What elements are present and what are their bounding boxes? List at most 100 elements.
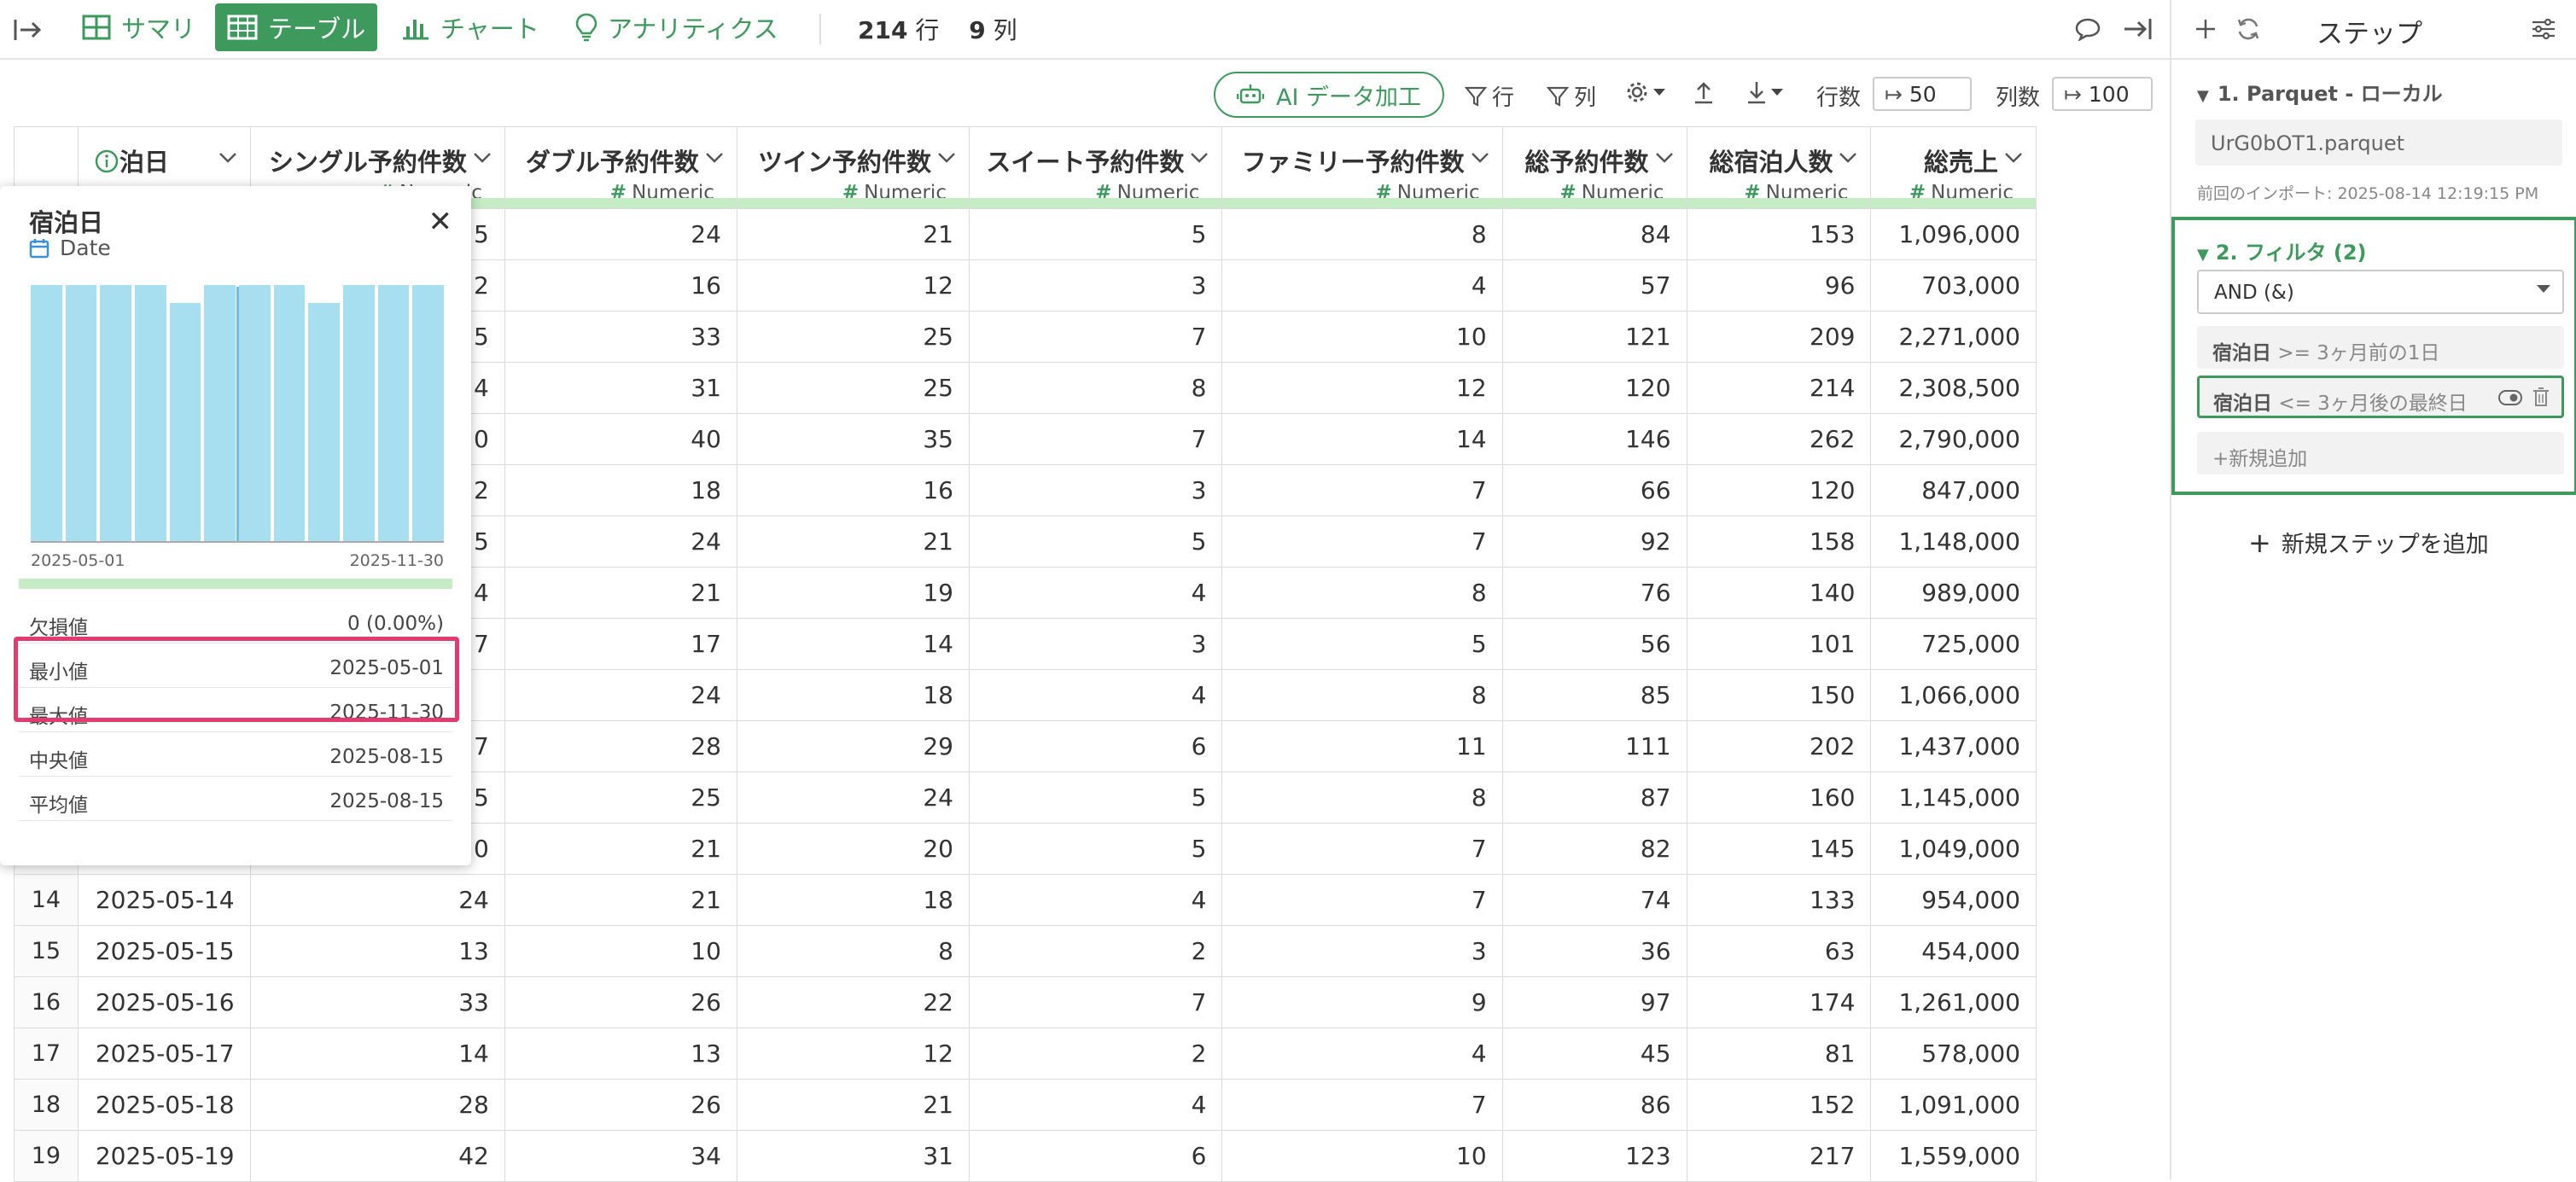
- table-cell: 12: [1221, 362, 1503, 414]
- table-cell-date: 2025-05-18: [77, 1079, 251, 1131]
- table-cell: 10: [1221, 1130, 1503, 1182]
- quality-bar: [1502, 198, 1687, 208]
- chevron-down-icon[interactable]: [1838, 151, 1858, 165]
- table-cell: 4: [968, 874, 1223, 926]
- chevron-down-icon[interactable]: [704, 151, 725, 165]
- tab-analytics[interactable]: アナリティクス: [563, 3, 790, 51]
- median-line: [236, 287, 239, 541]
- table-cell: 26: [504, 1079, 737, 1131]
- column-name: ダブル予約件数: [525, 148, 699, 177]
- row-filter-button[interactable]: 行: [1465, 80, 1514, 112]
- column-name: 総売上: [1923, 148, 1998, 177]
- upload-icon[interactable]: [1693, 80, 1714, 104]
- table-cell: 19: [736, 567, 970, 619]
- rows-unit: 行: [915, 16, 940, 44]
- column-header[interactable]: 総宿泊人数 # Numeric: [1686, 126, 1872, 209]
- table-cell-date: 2025-05-19: [77, 1130, 251, 1182]
- table-cell: 145: [1686, 823, 1872, 875]
- tab-table[interactable]: テーブル: [215, 3, 378, 51]
- quality-bar: [1687, 198, 1871, 208]
- table-cell: 1,437,000: [1870, 720, 2037, 772]
- column-header[interactable]: ファミリー予約件数 # Numeric: [1221, 126, 1503, 209]
- col-filter-button[interactable]: 列: [1547, 80, 1596, 112]
- table-cell: 7: [1221, 823, 1503, 875]
- table-cell: 24: [736, 772, 970, 824]
- table-cell: 22: [736, 976, 970, 1028]
- quality-bar: [737, 198, 969, 208]
- table-cell: 214: [1686, 362, 1872, 414]
- download-icon: [1748, 82, 1765, 104]
- table-cell: 13: [249, 925, 505, 977]
- table-cell: 16: [504, 259, 737, 312]
- histogram: [31, 285, 444, 543]
- caret-down-icon: [2537, 285, 2550, 293]
- step1-header[interactable]: ▼ 1. Parquet - ローカル: [2197, 77, 2443, 107]
- quality-bar: [19, 579, 452, 589]
- ai-data-processing-button[interactable]: AI データ加工: [1214, 72, 1444, 118]
- table-cell: 12: [736, 259, 970, 312]
- close-icon[interactable]: ✕: [428, 205, 453, 239]
- column-header[interactable]: スイート予約件数 # Numeric: [968, 126, 1223, 209]
- rows-limit-input[interactable]: ↦ 50: [1873, 77, 1972, 111]
- table-cell: 82: [1501, 823, 1687, 875]
- settings-dropdown[interactable]: [1625, 80, 1666, 104]
- add-condition-button[interactable]: +新規追加: [2197, 432, 2564, 475]
- download-dropdown[interactable]: [1746, 80, 1784, 104]
- add-step-button[interactable]: + 新規ステップを追加: [2248, 526, 2489, 559]
- refresh-icon[interactable]: [2231, 12, 2265, 46]
- tab-summary[interactable]: サマリ: [70, 3, 207, 51]
- toggle-icon[interactable]: [2498, 390, 2522, 405]
- filter-icon: [1547, 86, 1569, 107]
- plus-icon: +: [2212, 448, 2229, 470]
- filter-condition-1[interactable]: 宿泊日 >= 3ヶ月前の1日: [2197, 326, 2564, 369]
- column-header[interactable]: ダブル予約件数 # Numeric: [504, 126, 737, 209]
- table-cell: 120: [1686, 464, 1872, 516]
- collapse-right-icon[interactable]: [2120, 12, 2154, 46]
- cols-limit-input[interactable]: ↦ 100: [2052, 77, 2153, 111]
- trash-icon[interactable]: [2532, 387, 2550, 407]
- step1-file[interactable]: UrG0bOT1.parquet: [2195, 119, 2562, 166]
- and-or-select[interactable]: AND (&): [2197, 270, 2564, 314]
- column-header[interactable]: 総予約件数 # Numeric: [1501, 126, 1687, 209]
- table-cell: 454,000: [1870, 925, 2037, 977]
- tab-chart-label: チャート: [440, 15, 539, 44]
- plus-icon[interactable]: [2188, 12, 2223, 46]
- popup-type: Date: [29, 236, 111, 260]
- collapse-left-icon[interactable]: [10, 12, 46, 48]
- comment-icon[interactable]: [2071, 12, 2105, 46]
- tab-chart[interactable]: チャート: [389, 3, 551, 51]
- column-header[interactable]: 総売上 # Numeric: [1870, 126, 2037, 209]
- chevron-down-icon[interactable]: [1654, 151, 1675, 165]
- table-cell: 120: [1501, 362, 1687, 414]
- table-cell: 25: [736, 362, 970, 414]
- table-cell: 7: [968, 413, 1223, 465]
- chevron-down-icon[interactable]: [1189, 151, 1209, 165]
- step2-header[interactable]: ▼ 2. フィルタ (2): [2197, 236, 2367, 265]
- column-header[interactable]: ツイン予約件数 # Numeric: [736, 126, 970, 209]
- table-cell-date: 2025-05-15: [77, 925, 251, 977]
- chevron-down-icon[interactable]: [1470, 151, 1490, 165]
- min-max-highlight: [14, 637, 459, 722]
- table-cell: 202: [1686, 720, 1872, 772]
- table-cell: 1,066,000: [1870, 669, 2037, 721]
- table-cell: 7: [1221, 874, 1503, 926]
- sliders-icon[interactable]: [2526, 12, 2561, 46]
- chevron-down-icon[interactable]: [218, 151, 238, 165]
- table-cell: 8: [1221, 669, 1503, 721]
- histogram-bar: [65, 285, 97, 541]
- table-row: 17 2025-05-17 14 13 12 2 4 45 81 578,000: [14, 1028, 2037, 1080]
- info-icon: [95, 149, 119, 173]
- popup-type-label: Date: [60, 236, 111, 260]
- table-cell: 7: [1221, 464, 1503, 516]
- chevron-down-icon[interactable]: [936, 151, 957, 165]
- filter-condition-2[interactable]: 宿泊日 <= 3ヶ月後の最終日: [2197, 376, 2564, 418]
- chevron-down-icon[interactable]: [472, 151, 492, 165]
- chevron-down-icon[interactable]: [2003, 151, 2024, 165]
- table-cell: 2,271,000: [1870, 311, 2037, 363]
- collapse-triangle-icon: ▼: [2197, 246, 2209, 264]
- row-number: 14: [14, 874, 79, 926]
- tab-summary-label: サマリ: [121, 15, 196, 44]
- table-cell: 31: [504, 362, 737, 414]
- col-filter-label: 列: [1574, 85, 1597, 111]
- column-name: 総宿泊人数: [1709, 148, 1833, 177]
